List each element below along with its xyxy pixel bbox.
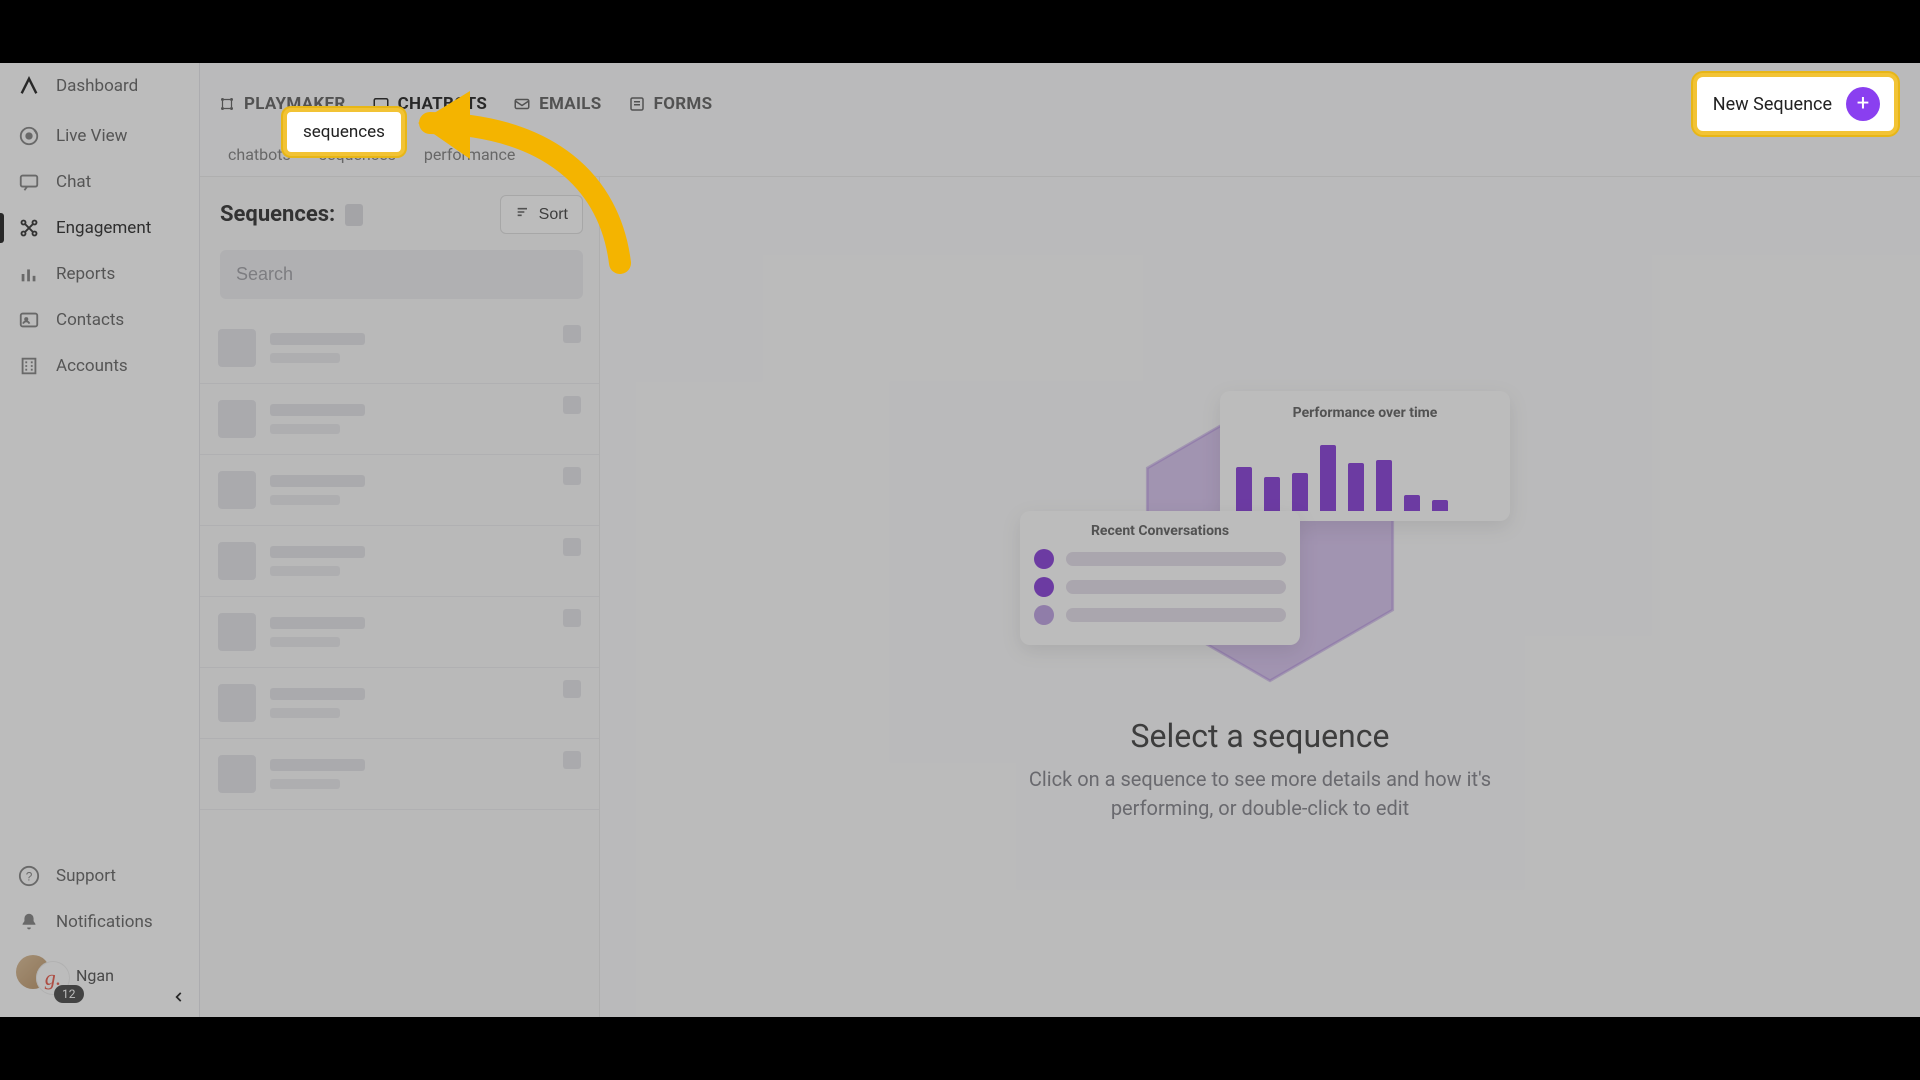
collapse-sidebar-button[interactable] [167,985,191,1009]
list-item[interactable] [200,313,599,384]
sidebar-item-contacts[interactable]: Contacts [0,297,199,343]
sidebar-item-label: Accounts [56,356,128,376]
sidebar-item-label: Support [56,866,116,886]
recent-card-title: Recent Conversations [1034,523,1286,539]
sidebar-item-engagement[interactable]: Engagement [0,205,199,251]
perf-card: Performance over time [1220,391,1510,521]
building-icon [18,355,40,377]
sequences-title: Sequences: [220,202,335,227]
topnav-label: CHATBOTS [398,94,488,114]
empty-state-subtitle: Click on a sequence to see more details … [1000,765,1520,823]
recent-card: Recent Conversations [1020,511,1300,645]
list-item[interactable] [200,739,599,810]
sort-label: Sort [539,206,568,224]
sidebar-item-label: Contacts [56,310,124,330]
topnav-label: FORMS [654,94,713,114]
detail-pane: Performance over time Recent Conversatio… [600,177,1920,1017]
empty-state-illustration: Performance over time Recent Conversatio… [1010,371,1510,691]
help-icon: ? [18,865,40,887]
subtab-sequences-highlight[interactable]: sequences [283,108,405,156]
sequence-list[interactable] [200,313,599,1017]
sidebar-nav: Live View Chat Engagement [0,109,199,389]
sidebar-item-label: Dashboard [56,76,138,96]
chat-icon [18,171,40,193]
emails-icon [513,95,531,113]
sidebar-item-reports[interactable]: Reports [0,251,199,297]
svg-text:?: ? [26,870,33,884]
list-item[interactable] [200,455,599,526]
empty-state-title: Select a sequence [1000,717,1520,755]
list-item[interactable] [200,526,599,597]
user-name: Ngan [76,966,114,985]
sidebar-item-accounts[interactable]: Accounts [0,343,199,389]
engagement-icon [18,217,40,239]
subtabs: chatbots sequences performance [200,135,1920,177]
sidebar-item-notifications[interactable]: Notifications [0,899,199,945]
sidebar-item-support[interactable]: ? Support [0,853,199,899]
sort-button[interactable]: Sort [500,195,583,234]
empty-state: Performance over time Recent Conversatio… [1000,371,1520,823]
plus-icon: + [1846,87,1880,121]
sidebar: Dashboard Live View Chat [0,63,200,1017]
sidebar-item-label: Reports [56,264,115,284]
sequence-list-pane: Sequences: Sort [200,177,600,1017]
main: PLAYMAKER CHATBOTS EMAILS [200,63,1920,1017]
sidebar-item-liveview[interactable]: Live View [0,113,199,159]
subtab-performance[interactable]: performance [410,135,530,176]
sidebar-item-label: Engagement [56,218,151,238]
topbar: PLAYMAKER CHATBOTS EMAILS [200,63,1920,135]
search-input[interactable] [220,250,583,299]
sort-icon [515,204,531,225]
sidebar-item-label: Notifications [56,912,153,932]
list-item[interactable] [200,384,599,455]
sidebar-bottom: ? Support Notifications g. 12 [0,853,199,1017]
sidebar-item-label: Chat [56,172,91,192]
sidebar-item-chat[interactable]: Chat [0,159,199,205]
perf-bars [1236,431,1494,511]
sidebar-item-label: Live View [56,126,127,146]
list-item[interactable] [200,668,599,739]
person-card-icon [18,309,40,331]
new-sequence-button[interactable]: New Sequence + [1693,73,1898,135]
perf-card-title: Performance over time [1236,405,1494,421]
forms-icon [628,95,646,113]
topnav-label: EMAILS [539,94,601,114]
sidebar-item-dashboard[interactable]: Dashboard [0,63,199,109]
new-sequence-label: New Sequence [1713,94,1832,115]
topnav-emails[interactable]: EMAILS [509,84,605,124]
list-item[interactable] [200,597,599,668]
playmaker-icon [218,95,236,113]
avatar: g. 12 [16,955,66,995]
bars-icon [18,263,40,285]
eye-icon [18,125,40,147]
sequence-count-chip [345,204,363,226]
topnav-forms[interactable]: FORMS [624,84,717,124]
notification-count: 12 [54,985,84,1003]
bell-icon [18,911,40,933]
logo-icon [18,75,40,97]
